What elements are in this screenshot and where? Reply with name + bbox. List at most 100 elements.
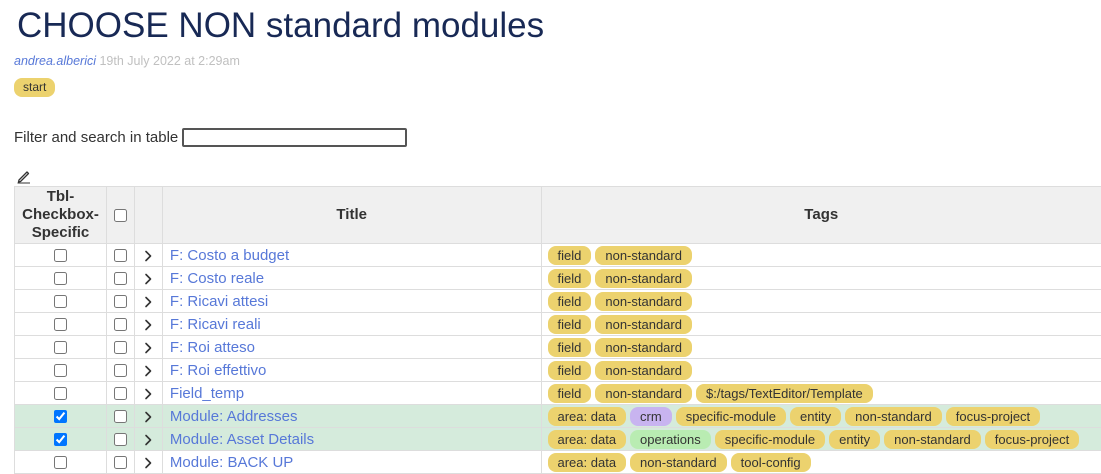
table-row: Field_temp fieldnon-standard$:/tags/TextE… — [15, 382, 1101, 405]
tag-pill[interactable]: non-standard — [595, 246, 692, 265]
cell-tags: area: datanon-standardtool-config — [541, 451, 1101, 474]
cell-tags: fieldnon-standard — [541, 267, 1101, 290]
tag-pill[interactable]: crm — [630, 407, 672, 426]
row-select-checkbox[interactable] — [114, 410, 127, 423]
row-specific-checkbox[interactable] — [54, 456, 67, 469]
tag-pill[interactable]: specific-module — [676, 407, 786, 426]
chevron-right-icon[interactable] — [141, 433, 155, 447]
cell-select-checkbox — [106, 313, 134, 336]
row-select-checkbox[interactable] — [114, 387, 127, 400]
tag-pill[interactable]: non-standard — [595, 338, 692, 357]
chevron-right-icon[interactable] — [141, 295, 155, 309]
row-specific-checkbox[interactable] — [54, 318, 67, 331]
tag-pill[interactable]: tool-config — [731, 453, 811, 472]
title-link[interactable]: F: Ricavi attesi — [170, 293, 268, 310]
chevron-right-icon[interactable] — [141, 410, 155, 424]
tag-pill[interactable]: focus-project — [985, 430, 1079, 449]
row-select-checkbox[interactable] — [114, 364, 127, 377]
cell-specific-checkbox — [15, 267, 107, 290]
title-link[interactable]: Module: Asset Details — [170, 431, 314, 448]
tag-pill[interactable]: $:/tags/TextEditor/Template — [696, 384, 873, 403]
header-title[interactable]: Title — [162, 187, 541, 244]
row-select-checkbox[interactable] — [114, 295, 127, 308]
title-link[interactable]: Module: BACK UP — [170, 454, 293, 471]
chevron-right-icon[interactable] — [141, 341, 155, 355]
cell-select-checkbox — [106, 290, 134, 313]
tag-pill[interactable]: field — [548, 269, 592, 288]
tag-pill[interactable]: non-standard — [630, 453, 727, 472]
tag-pill[interactable]: non-standard — [595, 384, 692, 403]
chevron-right-icon[interactable] — [141, 456, 155, 470]
cell-specific-checkbox — [15, 313, 107, 336]
tag-pill[interactable]: field — [548, 246, 592, 265]
chevron-right-icon[interactable] — [141, 364, 155, 378]
cell-select-checkbox — [106, 405, 134, 428]
pencil-edit-icon[interactable] — [16, 168, 32, 184]
title-link[interactable]: F: Roi effettivo — [170, 362, 266, 379]
chevron-right-icon[interactable] — [141, 249, 155, 263]
row-specific-checkbox[interactable] — [54, 249, 67, 262]
title-link[interactable]: F: Roi atteso — [170, 339, 255, 356]
row-select-checkbox[interactable] — [114, 249, 127, 262]
title-link[interactable]: F: Costo reale — [170, 270, 264, 287]
cell-specific-checkbox — [15, 336, 107, 359]
row-select-checkbox[interactable] — [114, 318, 127, 331]
tag-pill[interactable]: non-standard — [595, 361, 692, 380]
title-link[interactable]: F: Costo a budget — [170, 247, 289, 264]
tag-pill[interactable]: field — [548, 384, 592, 403]
row-specific-checkbox[interactable] — [54, 433, 67, 446]
author-link[interactable]: andrea.alberici — [14, 54, 96, 68]
tag-pill[interactable]: entity — [829, 430, 880, 449]
tag-pill[interactable]: non-standard — [595, 269, 692, 288]
tag-pill[interactable]: field — [548, 338, 592, 357]
modified-date: 19th July 2022 at 2:29am — [99, 54, 239, 68]
tag-start[interactable]: start — [14, 78, 55, 97]
row-select-checkbox[interactable] — [114, 272, 127, 285]
header-tags[interactable]: Tags — [541, 187, 1101, 244]
cell-specific-checkbox — [15, 290, 107, 313]
title-link[interactable]: Module: Addresses — [170, 408, 298, 425]
row-select-checkbox[interactable] — [114, 433, 127, 446]
tag-pill[interactable]: area: data — [548, 430, 627, 449]
row-specific-checkbox[interactable] — [54, 295, 67, 308]
cell-expand — [134, 267, 162, 290]
row-specific-checkbox[interactable] — [54, 341, 67, 354]
page-title: CHOOSE NON standard modules — [17, 6, 544, 46]
tag-pill[interactable]: area: data — [548, 453, 627, 472]
cell-title: F: Roi atteso — [162, 336, 541, 359]
chevron-right-icon[interactable] — [141, 318, 155, 332]
cell-select-checkbox — [106, 267, 134, 290]
cell-tags: fieldnon-standard$:/tags/TextEditor/Temp… — [541, 382, 1101, 405]
tag-pill[interactable]: operations — [630, 430, 711, 449]
title-link[interactable]: F: Ricavi reali — [170, 316, 261, 333]
cell-select-checkbox — [106, 336, 134, 359]
tag-pill[interactable]: non-standard — [845, 407, 942, 426]
header-expand — [134, 187, 162, 244]
tag-pill[interactable]: non-standard — [595, 292, 692, 311]
filter-search-input[interactable] — [182, 128, 407, 147]
select-all-checkbox[interactable] — [114, 209, 127, 222]
row-specific-checkbox[interactable] — [54, 410, 67, 423]
chevron-right-icon[interactable] — [141, 387, 155, 401]
tag-pill[interactable]: field — [548, 361, 592, 380]
cell-tags: fieldnon-standard — [541, 290, 1101, 313]
tag-pill[interactable]: field — [548, 315, 592, 334]
title-link[interactable]: Field_temp — [170, 385, 244, 402]
tag-pill[interactable]: non-standard — [884, 430, 981, 449]
chevron-right-icon[interactable] — [141, 272, 155, 286]
tag-pill[interactable]: entity — [790, 407, 841, 426]
tag-pill[interactable]: focus-project — [946, 407, 1040, 426]
cell-expand — [134, 290, 162, 313]
cell-specific-checkbox — [15, 451, 107, 474]
tag-pill[interactable]: area: data — [548, 407, 627, 426]
tag-pill[interactable]: field — [548, 292, 592, 311]
tag-pill[interactable]: specific-module — [715, 430, 825, 449]
row-select-checkbox[interactable] — [114, 456, 127, 469]
row-specific-checkbox[interactable] — [54, 387, 67, 400]
cell-expand — [134, 313, 162, 336]
row-specific-checkbox[interactable] — [54, 364, 67, 377]
row-select-checkbox[interactable] — [114, 341, 127, 354]
cell-expand — [134, 428, 162, 451]
tag-pill[interactable]: non-standard — [595, 315, 692, 334]
row-specific-checkbox[interactable] — [54, 272, 67, 285]
